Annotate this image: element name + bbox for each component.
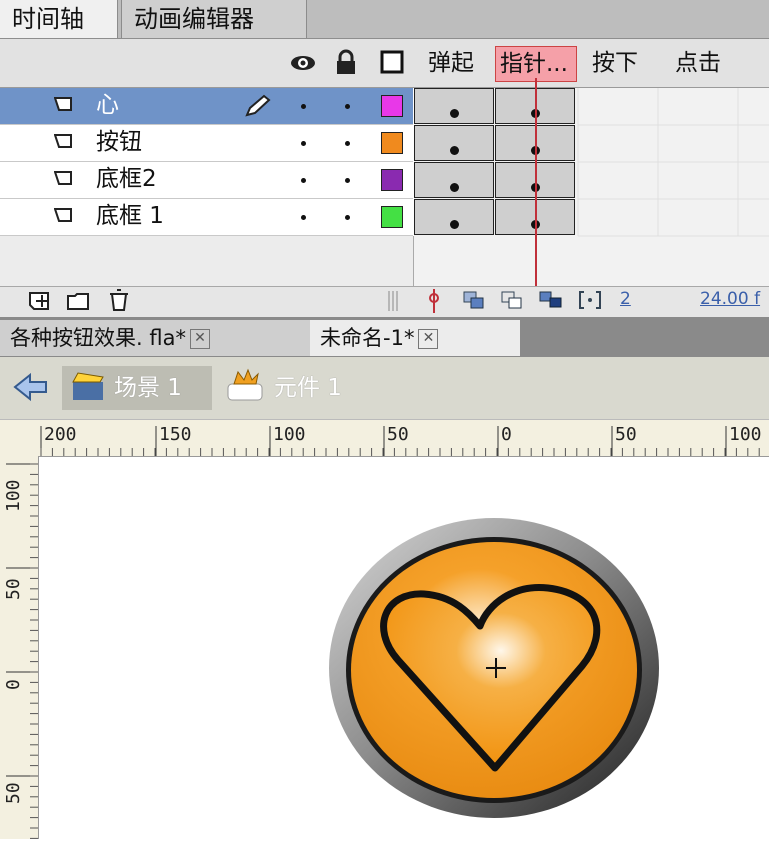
layer-icon	[54, 97, 72, 111]
keyframe-dot	[450, 183, 459, 192]
ruler-top-label: 50	[615, 424, 637, 445]
tab-motion-editor[interactable]: 动画编辑器	[121, 0, 307, 38]
lock-icon[interactable]	[335, 49, 357, 75]
layer-name: 底框2	[96, 166, 157, 192]
visible-dot[interactable]	[301, 215, 306, 220]
layer-row[interactable]: 底框 1	[0, 199, 413, 236]
ruler-top-label: 100	[729, 424, 762, 445]
ruler-top-label: 150	[159, 424, 192, 445]
layer-color-swatch[interactable]	[381, 169, 403, 191]
layer-name: 按钮	[96, 129, 142, 155]
trash-icon[interactable]	[108, 288, 130, 312]
ruler-left-label: 50	[3, 782, 24, 804]
onion-skin-icon[interactable]	[462, 290, 486, 310]
keyframe-dot	[450, 109, 459, 118]
close-icon[interactable]: ✕	[418, 329, 439, 349]
layer-row[interactable]: 按钮	[0, 125, 413, 162]
outline-icon[interactable]	[380, 50, 404, 74]
frame-rate-value[interactable]: 24.00 f	[700, 289, 769, 309]
onion-outline-icon[interactable]	[500, 290, 524, 310]
ruler-left-label: 0	[3, 679, 24, 690]
ruler-left-label: 100	[3, 479, 24, 512]
ruler-top-label: 100	[273, 424, 306, 445]
back-arrow-icon[interactable]	[12, 372, 50, 402]
ruler-top-label: 0	[501, 424, 512, 445]
layer-color-swatch[interactable]	[381, 206, 403, 228]
layer-icon	[54, 208, 72, 222]
visible-dot[interactable]	[301, 141, 306, 146]
doc-tab-label: 未命名-1*	[320, 326, 415, 350]
keyframe-dot	[450, 146, 459, 155]
new-layer-icon[interactable]	[28, 291, 50, 311]
resize-handle-icon[interactable]	[386, 290, 400, 312]
ruler-top-label: 200	[44, 424, 77, 445]
layer-list-empty	[0, 236, 414, 286]
heart-button-graphic[interactable]	[320, 510, 670, 830]
playhead-line[interactable]	[535, 78, 537, 316]
center-frame-icon[interactable]	[426, 288, 442, 314]
layer-icon	[54, 134, 72, 148]
doc-tab[interactable]: 未命名-1* ✕	[310, 320, 520, 356]
layer-name: 底框 1	[96, 203, 164, 229]
edit-multiple-frames-icon[interactable]	[538, 290, 564, 310]
scene-icon	[72, 372, 104, 400]
layer-color-swatch[interactable]	[381, 95, 403, 117]
layer-name: 心	[96, 92, 119, 118]
doc-tab-label: 各种按钮效果. fla*	[10, 326, 186, 350]
keyframe-dot	[450, 220, 459, 229]
doc-tab[interactable]: 各种按钮效果. fla* ✕	[0, 320, 310, 356]
lock-dot[interactable]	[345, 215, 350, 220]
lock-dot[interactable]	[345, 141, 350, 146]
lock-dot[interactable]	[345, 178, 350, 183]
current-frame-value[interactable]: 2	[620, 289, 631, 309]
visible-dot[interactable]	[301, 178, 306, 183]
pencil-icon	[245, 94, 271, 117]
frame-label-up[interactable]: 弹起	[428, 46, 474, 80]
ruler-left-label: 50	[3, 578, 24, 600]
new-folder-icon[interactable]	[66, 291, 90, 311]
close-icon[interactable]: ✕	[189, 329, 210, 349]
layer-row[interactable]: 底框2	[0, 162, 413, 199]
ruler-top	[0, 420, 769, 457]
breadcrumb-scene[interactable]: 场景 1	[114, 372, 182, 404]
visible-dot[interactable]	[301, 104, 306, 109]
layer-color-swatch[interactable]	[381, 132, 403, 154]
symbol-icon	[227, 368, 263, 401]
layer-row[interactable]: 心	[0, 88, 413, 125]
layer-icon	[54, 171, 72, 185]
eye-icon[interactable]	[289, 52, 317, 74]
ruler-top-label: 50	[387, 424, 409, 445]
breadcrumb-symbol[interactable]: 元件 1	[274, 372, 342, 404]
frame-label-over[interactable]: 指针...	[495, 46, 577, 82]
frame-label-hit[interactable]: 点击	[675, 46, 721, 80]
tab-timeline[interactable]: 时间轴	[0, 0, 118, 38]
modify-markers-icon[interactable]	[578, 290, 602, 310]
frame-label-down[interactable]: 按下	[592, 46, 638, 80]
lock-dot[interactable]	[345, 104, 350, 109]
